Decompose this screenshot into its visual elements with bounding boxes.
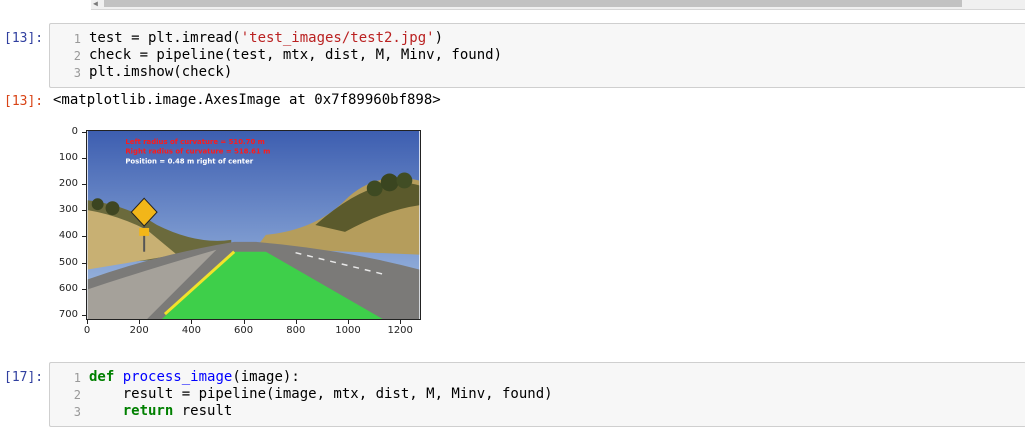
x-tick-mark	[348, 320, 349, 324]
y-tick-label: 100	[58, 152, 78, 164]
x-tick-mark	[87, 320, 88, 324]
position-overlay: Position = 0.48 m right of center	[125, 158, 253, 166]
x-tick-mark	[295, 320, 297, 324]
code-cell[interactable]: 1 test = plt.imread('test_images/test2.jp…	[49, 23, 1025, 88]
right-radius-overlay: Right radius of curvature = 518.61 m	[125, 148, 270, 156]
x-tick-mark	[243, 320, 245, 324]
x-tick-label: 1200	[387, 325, 413, 336]
code-line[interactable]: result = pipeline(image, mtx, dist, M, M…	[89, 386, 553, 403]
y-tick-label: 700	[58, 308, 78, 320]
x-tick-label: 400	[181, 325, 201, 336]
line-number: 3	[73, 405, 81, 419]
code-line[interactable]: test = plt.imread('test_images/test2.jpg…	[89, 30, 443, 47]
code-cell[interactable]: 1 def process_image(image): 2 result = pip…	[49, 362, 1025, 427]
cell-input-prompt: [13]:	[4, 31, 44, 46]
line-number: 2	[73, 49, 81, 63]
output-text: <matplotlib.image.AxesImage at 0x7f89960…	[53, 92, 441, 108]
y-tick-label: 0	[71, 126, 78, 137]
line-number: 1	[73, 371, 81, 385]
y-tick-label: 400	[58, 230, 78, 242]
lane-image: Left radius of curvature = 510.70 m Righ…	[86, 130, 421, 320]
cell-output-prompt: [13]:	[4, 94, 44, 109]
x-tick-label: 1000	[335, 325, 361, 336]
code-line[interactable]: check = pipeline(test, mtx, dist, M, Min…	[89, 47, 502, 64]
line-number: 3	[73, 66, 81, 80]
code-line[interactable]: plt.imshow(check)	[89, 64, 232, 81]
line-number: 1	[73, 32, 81, 46]
y-tick-label: 300	[58, 204, 78, 216]
horizontal-scrollbar[interactable]: ◀	[91, 0, 1025, 10]
scrollbar-thumb[interactable]	[104, 0, 962, 7]
x-tick-mark	[191, 320, 193, 324]
scroll-left-arrow-icon[interactable]: ◀	[93, 0, 98, 8]
left-radius-overlay: Left radius of curvature = 510.70 m	[125, 138, 265, 146]
y-tick-label: 200	[58, 178, 78, 190]
x-tick-label: 800	[286, 325, 306, 336]
x-tick-label: 200	[129, 325, 149, 336]
x-tick-label: 0	[83, 325, 91, 336]
y-tick-label: 600	[58, 282, 78, 294]
code-line[interactable]: def process_image(image):	[89, 369, 300, 386]
x-tick-mark	[400, 320, 402, 324]
x-tick-label: 600	[234, 325, 254, 336]
line-number: 2	[73, 388, 81, 402]
cell-input-prompt: [17]:	[4, 370, 44, 385]
x-tick-mark	[139, 320, 141, 324]
y-tick-label: 500	[58, 256, 78, 268]
code-line[interactable]: return result	[89, 403, 233, 420]
